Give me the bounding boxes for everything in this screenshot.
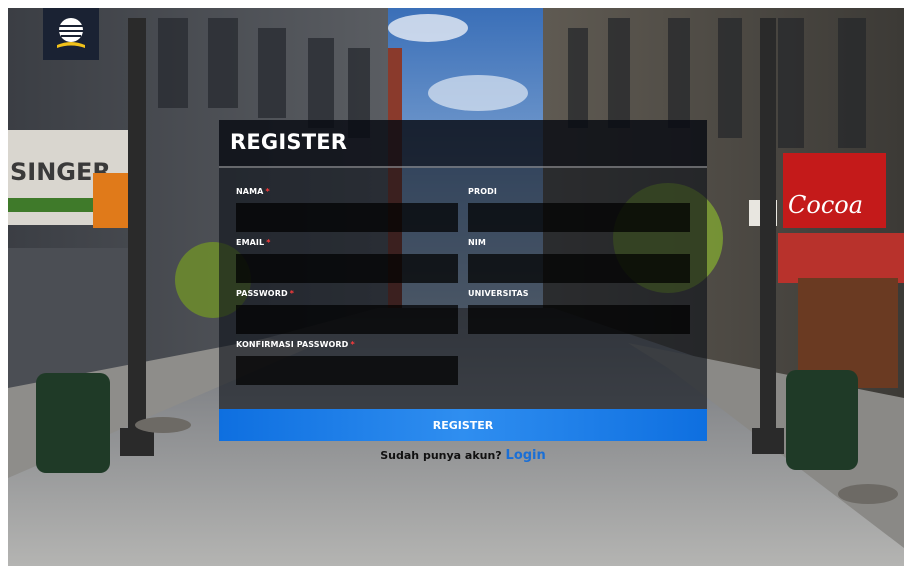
password-label: PASSWORD * [236,289,295,298]
prodi-input[interactable] [468,203,690,232]
konfirmasi-password-input[interactable] [236,356,458,385]
login-link[interactable]: Login [506,448,546,463]
nama-field: NAMA * [236,186,458,232]
nama-input[interactable] [236,203,458,232]
password-field: PASSWORD * [236,288,458,334]
password-input[interactable] [236,305,458,334]
email-input[interactable] [236,254,458,283]
panel-header: REGISTER [219,120,707,168]
nama-label: NAMA * [236,187,270,196]
nim-label: NIM [468,238,486,247]
prodi-label: PRODI [468,187,497,196]
prodi-field: PRODI [468,186,690,232]
register-panel: REGISTER NAMA * EMAIL * PASSWORD * KONFIRMA… [219,120,707,441]
email-label: EMAIL * [236,238,271,247]
register-button[interactable]: REGISTER [219,409,707,441]
universitas-label: UNIVERSITAS [468,289,529,298]
university-logo [43,8,99,60]
svg-text:Cocoa: Cocoa [788,191,863,219]
login-prompt-text: Sudah punya akun? [380,449,502,462]
konfirmasi-password-field: KONFIRMASI PASSWORD * [236,339,458,385]
email-field: EMAIL * [236,237,458,283]
university-logo-icon [57,18,85,48]
konfirmasi-password-label: KONFIRMASI PASSWORD * [236,340,355,349]
nim-input[interactable] [468,254,690,283]
universitas-input[interactable] [468,305,690,334]
universitas-field: UNIVERSITAS [468,288,690,334]
nim-field: NIM [468,237,690,283]
login-prompt: Sudah punya akun? Login [219,448,707,463]
page-title: REGISTER [230,130,348,154]
